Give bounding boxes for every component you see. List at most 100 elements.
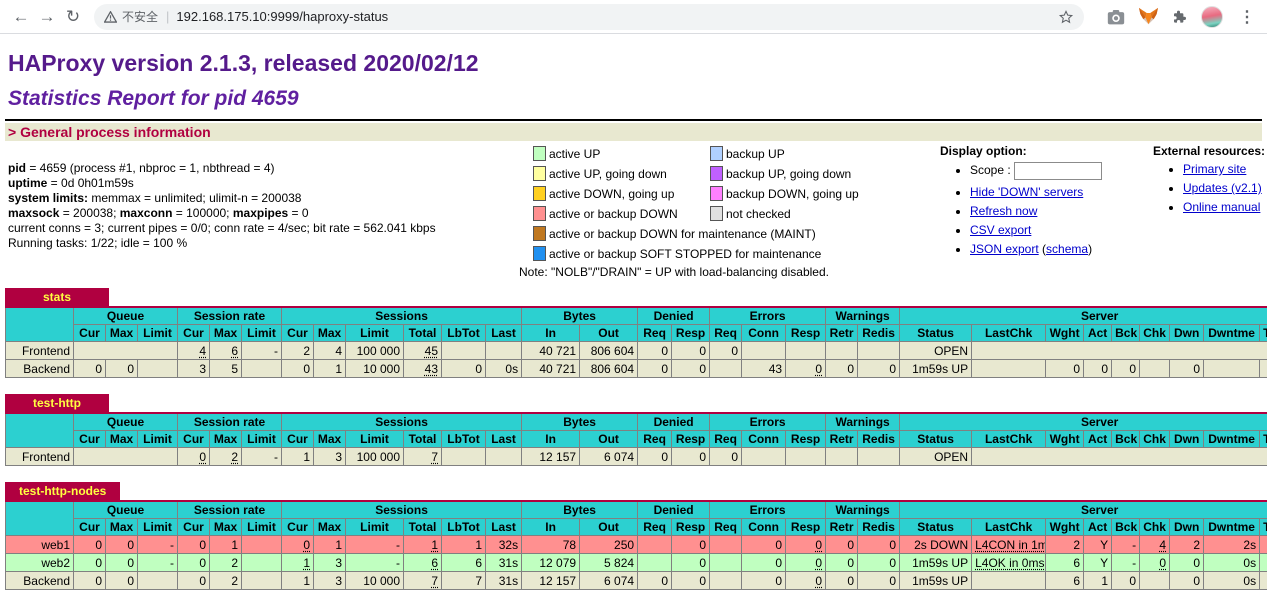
proxy-name-link[interactable]: test-http-nodes (19, 484, 106, 498)
table-cell: 0 (826, 360, 858, 378)
column-header: Req (710, 519, 742, 536)
process-info-text: pid (8, 161, 26, 175)
table-cell: 0 (1170, 554, 1204, 572)
screenshot-camera-icon[interactable] (1106, 8, 1126, 26)
tooltip-value: 0 (303, 538, 310, 552)
column-header: Redis (858, 519, 900, 536)
option-link[interactable]: CSV export (970, 223, 1031, 237)
divider (5, 119, 1262, 121)
tooltip-value: 45 (425, 344, 438, 358)
group-header: Errors (710, 501, 826, 519)
column-header: Chk (1140, 325, 1170, 342)
option-link[interactable]: Primary site (1183, 162, 1246, 176)
table-cell: 2 (1046, 536, 1084, 554)
column-header: Req (710, 325, 742, 342)
legend-swatch (710, 206, 723, 221)
security-chip[interactable]: 不安全 (104, 8, 158, 25)
group-header: Errors (710, 307, 826, 325)
table-cell: 0 (638, 448, 672, 466)
column-header: Chk (1140, 431, 1170, 448)
table-cell: 2s DOWN (900, 536, 972, 554)
legend-label: active or backup DOWN for maintenance (M… (549, 226, 925, 242)
bookmark-star-icon[interactable] (1058, 9, 1074, 25)
table-cell: 0 (1046, 360, 1084, 378)
table-cell: 0 (826, 536, 858, 554)
column-header: Cur (74, 325, 106, 342)
display-options: Display option: Scope : Hide 'DOWN' serv… (940, 144, 1145, 261)
column-header: Chk (1140, 519, 1170, 536)
address-bar[interactable]: 不安全 | 192.168.175.10:9999/haproxy-status (94, 4, 1084, 30)
table-cell: 43 (742, 360, 786, 378)
option-link[interactable]: Updates (v2.1) (1183, 181, 1262, 195)
table-cell: 0 (638, 572, 672, 590)
process-info-line: uptime = 0d 0h01m59s (8, 176, 533, 191)
table-cell (972, 572, 1046, 590)
option-link[interactable]: Online manual (1183, 200, 1260, 214)
table-cell: 1 (442, 536, 486, 554)
table-cell (442, 342, 486, 360)
tooltip-value: 0 (815, 556, 822, 570)
table-row: Backend00350110 0004300s40 721806 604004… (6, 360, 1267, 378)
process-info-line: Running tasks: 1/22; idle = 100 % (8, 236, 533, 251)
table-cell (1140, 360, 1170, 378)
table-cell: 3 (314, 448, 346, 466)
page-title[interactable]: HAProxy version 2.1.3, released 2020/02/… (8, 50, 1259, 77)
table-row: Frontend46-24100 0004540 721806 604000OP… (6, 342, 1267, 360)
column-header: Retr (826, 325, 858, 342)
legend-label: active UP, going down (549, 166, 707, 182)
group-header: Bytes (522, 501, 638, 519)
extensions-puzzle-icon[interactable] (1171, 8, 1189, 26)
legend-swatch (533, 226, 546, 241)
option-link[interactable]: schema (1046, 242, 1088, 256)
option-link[interactable]: JSON export (970, 242, 1039, 256)
forward-button[interactable]: → (34, 4, 60, 30)
option-item: Hide 'DOWN' servers (970, 185, 1145, 199)
scope-input[interactable] (1014, 162, 1102, 180)
reload-button[interactable]: ↻ (60, 4, 86, 30)
table-cell (74, 448, 178, 466)
table-cell: 3 (178, 360, 210, 378)
table-cell: OPEN (900, 448, 972, 466)
column-header: LastChk (972, 325, 1046, 342)
status-legend: active UPbackup UPactive UP, going downb… (533, 144, 925, 279)
legend-swatch (533, 146, 546, 161)
table-cell: OPEN (900, 342, 972, 360)
browser-menu-button[interactable]: ⋮ (1235, 7, 1259, 27)
proxy-name-link[interactable]: test-http (33, 396, 81, 410)
group-header: Session rate (178, 307, 282, 325)
table-cell: 0 (786, 554, 826, 572)
table-cell: 0 (858, 536, 900, 554)
table-cell: 6 074 (580, 448, 638, 466)
option-link[interactable]: Hide 'DOWN' servers (970, 185, 1083, 199)
option-link[interactable]: Refresh now (970, 204, 1037, 218)
legend-label: backup UP (726, 146, 925, 162)
column-header: Cur (74, 431, 106, 448)
tooltip-value: 0 (815, 538, 822, 552)
table-cell: 4 (178, 342, 210, 360)
column-header: LastChk (972, 431, 1046, 448)
table-cell: 7 (442, 572, 486, 590)
option-text: ) (1088, 242, 1092, 256)
group-header: Denied (638, 413, 710, 431)
table-cell: 0 (742, 536, 786, 554)
column-header: In (522, 325, 580, 342)
back-button[interactable]: ← (8, 4, 34, 30)
tooltip-value: 0 (1159, 556, 1166, 570)
tooltip-value: 1 (303, 556, 310, 570)
column-header: Thrtle (1260, 519, 1267, 536)
table-cell: 0 (742, 554, 786, 572)
process-info-text: = 4659 (process #1, nbproc = 1, nbthread… (26, 161, 275, 175)
proxy-name-link[interactable]: stats (43, 290, 71, 304)
metamask-fox-icon[interactable] (1138, 7, 1159, 26)
column-header: Dwn (1170, 431, 1204, 448)
group-header-row: QueueSession rateSessionsBytesDeniedErro… (6, 413, 1267, 431)
table-cell: 6 (442, 554, 486, 572)
column-header: Max (210, 519, 242, 536)
table-cell: 0 (282, 536, 314, 554)
profile-avatar[interactable] (1201, 6, 1223, 28)
column-header: Cur (178, 431, 210, 448)
table-cell: 2 (210, 554, 242, 572)
table-cell: 0 (710, 342, 742, 360)
column-header: Total (404, 325, 442, 342)
column-header: Cur (178, 519, 210, 536)
